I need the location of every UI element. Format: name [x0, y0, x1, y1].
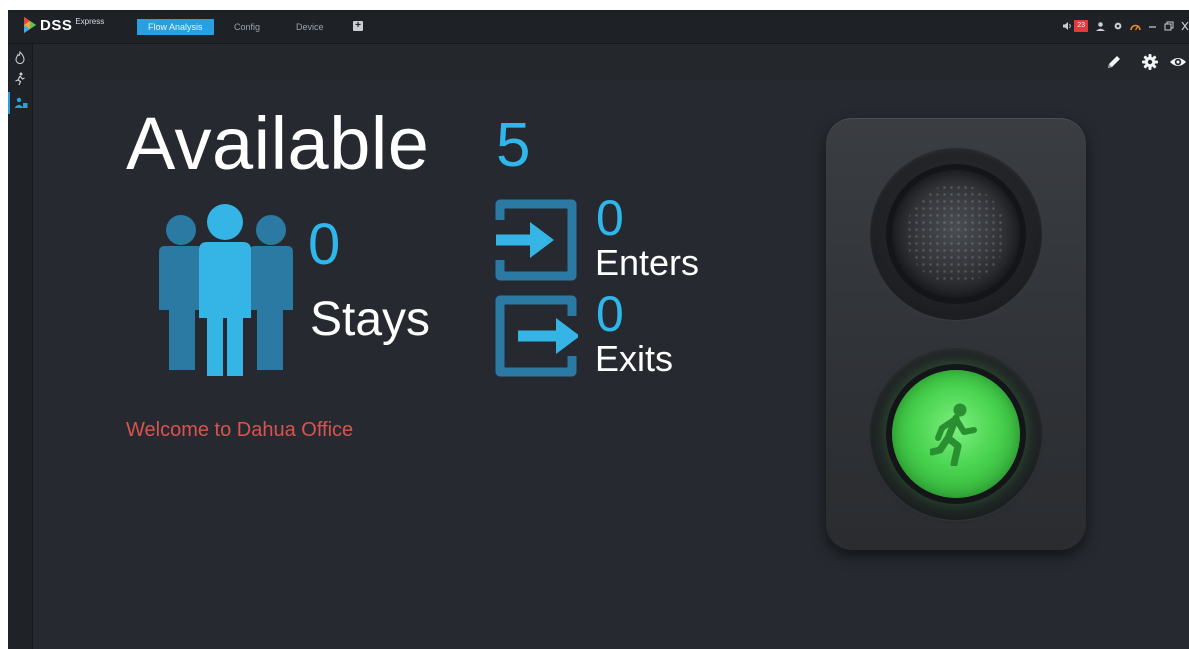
window-controls: 23 — [1055, 18, 1189, 34]
tab-device[interactable]: Device — [285, 19, 335, 35]
exits-count: 0 — [596, 286, 624, 342]
available-count: 5 — [496, 111, 531, 180]
tab-config[interactable]: Config — [223, 19, 271, 35]
green-lamp-housing — [870, 348, 1042, 520]
available-label: Available — [126, 102, 430, 185]
sidebar-item-fire[interactable] — [8, 46, 32, 68]
close-icon[interactable] — [1181, 21, 1189, 31]
tab-flow-analysis[interactable]: Flow Analysis — [137, 19, 214, 35]
user-icon[interactable] — [1095, 21, 1106, 32]
app-logo: DSS Express — [22, 16, 104, 36]
green-lamp — [892, 370, 1020, 498]
red-lamp-housing — [870, 148, 1042, 320]
top-bar: DSS Express Flow Analysis Config Device … — [8, 10, 1189, 44]
people-group-icon — [159, 204, 293, 376]
sidebar-item-people-flow[interactable] — [8, 68, 32, 90]
speaker-icon[interactable] — [1062, 21, 1072, 31]
gauge-icon[interactable] — [1130, 22, 1141, 31]
gear-icon[interactable] — [1113, 21, 1123, 31]
traffic-light — [826, 118, 1086, 550]
dss-logo-icon — [24, 17, 36, 33]
running-person-icon — [15, 72, 25, 86]
enters-label: Enters — [595, 242, 700, 283]
add-tab-button[interactable]: + — [353, 21, 363, 31]
brand-name: DSS — [40, 17, 73, 34]
walking-person-icon — [930, 403, 977, 466]
enters-count: 0 — [596, 190, 624, 246]
stays-count: 0 — [308, 212, 341, 277]
sidebar-item-people-count[interactable] — [8, 92, 32, 114]
stays-label: Stays — [310, 293, 431, 346]
left-sidebar — [8, 44, 33, 649]
restore-icon[interactable] — [1164, 21, 1174, 31]
content-toolbar — [33, 44, 1189, 80]
flame-icon — [15, 50, 25, 64]
red-lamp — [892, 170, 1020, 298]
eye-icon[interactable] — [1169, 53, 1187, 71]
brand-sub: Express — [75, 17, 105, 26]
exits-label: Exits — [595, 338, 674, 379]
app-window: DSS Express Flow Analysis Config Device … — [8, 10, 1189, 649]
pencil-icon[interactable] — [1105, 53, 1123, 71]
alarm-count-badge[interactable]: 23 — [1074, 20, 1088, 32]
enter-icon — [495, 199, 577, 281]
exit-icon — [495, 295, 578, 377]
welcome-message: Welcome to Dahua Office — [126, 419, 354, 441]
minimize-icon[interactable] — [1148, 22, 1157, 31]
settings-icon[interactable] — [1141, 53, 1159, 71]
people-count-icon — [14, 97, 28, 108]
